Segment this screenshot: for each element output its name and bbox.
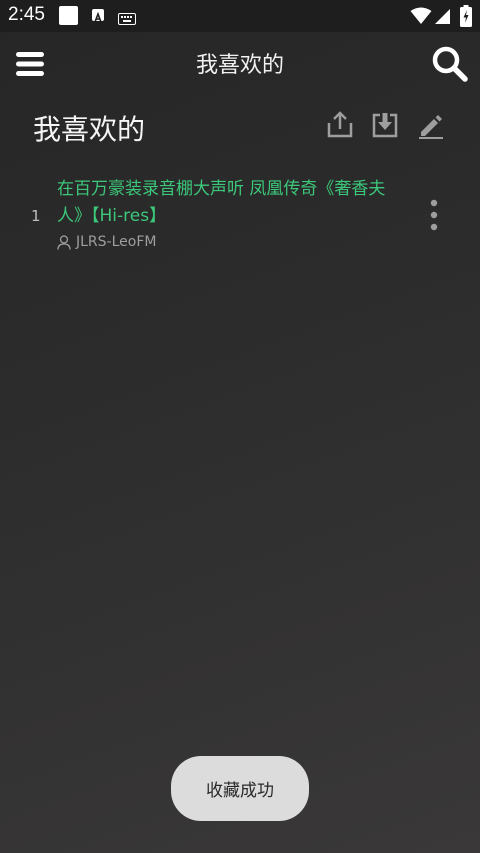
song-list-item[interactable]: 1 在百万豪装录音棚大声听 凤凰传奇《奢香夫人》【Hi-res】 JLRS-Le… bbox=[0, 168, 480, 260]
playlist-title: 我喜欢的 bbox=[33, 113, 146, 146]
song-index: 1 bbox=[31, 207, 41, 225]
share-button[interactable] bbox=[325, 110, 355, 140]
status-time: 2:45 bbox=[8, 4, 45, 25]
signal-icon bbox=[434, 7, 451, 29]
share-icon bbox=[327, 111, 353, 138]
status-bar: 2:45 bbox=[0, 0, 480, 32]
song-artist: JLRS-LeoFM bbox=[76, 234, 157, 250]
app-bar-title: 我喜欢的 bbox=[195, 53, 284, 78]
edit-button[interactable] bbox=[416, 110, 446, 140]
download-button[interactable] bbox=[370, 110, 400, 140]
battery-charging-icon bbox=[460, 5, 472, 31]
more-options-button[interactable] bbox=[424, 198, 444, 232]
app-bar: 我喜欢的 bbox=[0, 32, 480, 94]
download-icon bbox=[372, 113, 398, 138]
search-button[interactable] bbox=[431, 45, 469, 83]
person-icon bbox=[57, 235, 71, 254]
a-badge-icon bbox=[92, 9, 104, 23]
search-icon bbox=[432, 46, 468, 82]
toast-message: 收藏成功 bbox=[171, 756, 309, 821]
edit-icon bbox=[419, 115, 443, 139]
keyboard-icon bbox=[118, 10, 136, 29]
more-vertical-icon bbox=[430, 199, 438, 231]
song-title: 在百万豪装录音棚大声听 凤凰传奇《奢香夫人》【Hi-res】 bbox=[57, 179, 386, 226]
wifi-icon bbox=[410, 7, 432, 29]
notification-square-icon bbox=[59, 6, 78, 25]
